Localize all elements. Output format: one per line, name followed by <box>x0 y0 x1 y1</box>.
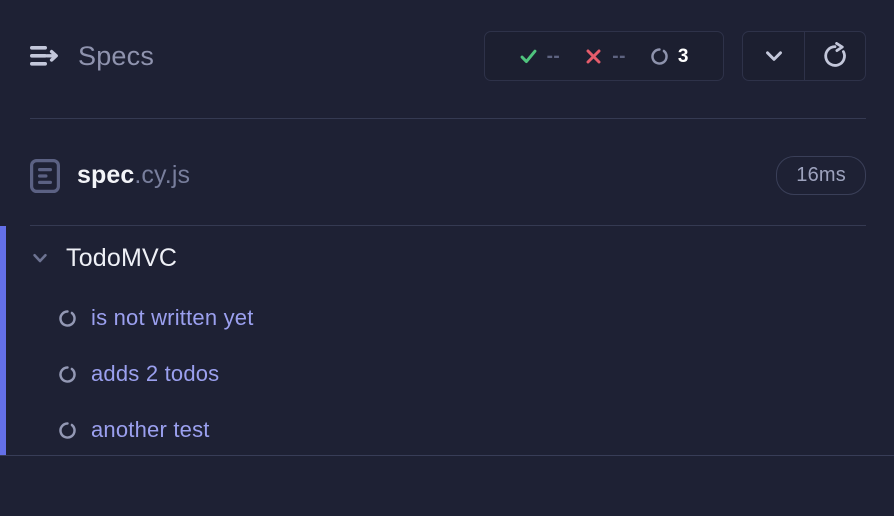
test-title: is not written yet <box>91 305 254 330</box>
header-divider <box>30 118 866 119</box>
header-left: Specs <box>30 40 155 71</box>
test-row[interactable]: another test <box>6 402 894 455</box>
x-icon <box>586 49 601 63</box>
test-title: adds 2 todos <box>91 361 220 386</box>
file-document-icon <box>30 158 60 193</box>
pending-icon <box>651 47 668 65</box>
header-right: -- -- 3 <box>483 31 866 81</box>
spec-file-name-ext: .cy.js <box>134 161 191 189</box>
header: Specs -- -- 3 <box>0 0 894 112</box>
spec-file-name: spec.cy.js <box>77 163 190 188</box>
test-row[interactable]: is not written yet <box>6 290 894 346</box>
status-badge: -- -- 3 <box>483 31 724 81</box>
test-row[interactable]: adds 2 todos <box>6 346 894 402</box>
collapse-all-button[interactable] <box>743 32 804 80</box>
pending-icon <box>59 421 76 439</box>
test-title: another test <box>91 417 210 442</box>
stat-passed: -- <box>507 47 573 66</box>
stat-pending-value: 3 <box>677 45 689 67</box>
stat-pending: 3 <box>638 47 701 66</box>
suite-title: TodoMVC <box>66 243 178 272</box>
stat-failed: -- <box>572 47 638 66</box>
chevron-down-icon <box>765 51 782 61</box>
check-icon <box>520 49 537 63</box>
refresh-icon <box>824 42 846 67</box>
suite-row-todomvc[interactable]: TodoMVC <box>6 226 894 290</box>
rerun-button[interactable] <box>804 32 865 80</box>
page-title: Specs <box>78 40 155 71</box>
spec-file-name-base: spec <box>77 161 135 189</box>
pending-icon <box>59 365 76 383</box>
footer-area <box>0 456 894 516</box>
header-button-group <box>742 31 866 81</box>
chevron-down-icon <box>33 253 47 263</box>
stat-failed-value: -- <box>612 45 626 67</box>
test-results-list: TodoMVC is not written yet adds 2 todos … <box>0 226 894 455</box>
spec-duration-badge: 16ms <box>776 156 866 195</box>
stat-passed-value: -- <box>546 45 561 67</box>
cypress-spec-runner: Specs -- -- 3 spec.cy.js 16ms TodoMVC is… <box>0 0 894 516</box>
specs-arrow-icon[interactable] <box>30 44 60 68</box>
spec-row[interactable]: spec.cy.js 16ms <box>0 126 894 225</box>
pending-icon <box>59 309 76 327</box>
